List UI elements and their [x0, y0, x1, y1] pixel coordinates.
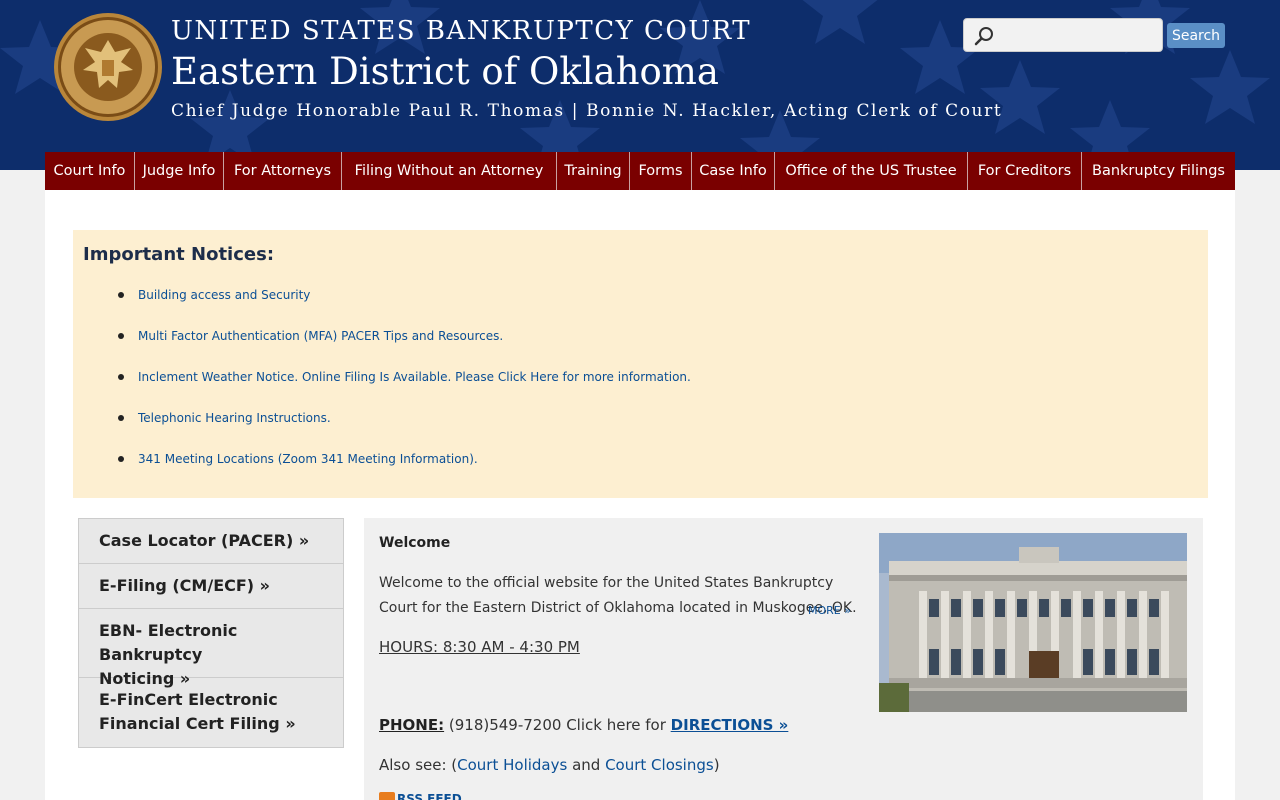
- court-title: UNITED STATES BANKRUPTCY COURT: [171, 16, 752, 46]
- sidebar-item-ebn[interactable]: EBN- Electronic Bankruptcy Noticing »: [79, 609, 343, 688]
- quick-links-sidebar: Case Locator (PACER) » E-Filing (CM/ECF)…: [78, 518, 344, 748]
- sidebar-item-case-locator[interactable]: Case Locator (PACER) »: [79, 519, 343, 564]
- hours-text: HOURS: 8:30 AM - 4:30 PM: [379, 638, 580, 656]
- nav-for-attorneys[interactable]: For Attorneys: [224, 152, 342, 190]
- notice-item[interactable]: Multi Factor Authentication (MFA) PACER …: [118, 329, 691, 370]
- notice-item[interactable]: Telephonic Hearing Instructions.: [118, 411, 691, 452]
- rss-icon: [379, 792, 395, 800]
- court-closings-link[interactable]: Court Closings: [605, 756, 714, 774]
- district-title: Eastern District of Oklahoma: [171, 50, 719, 93]
- notice-link[interactable]: 341 Meeting Locations (Zoom 341 Meeting …: [138, 452, 478, 466]
- search-button[interactable]: Search: [1167, 23, 1225, 48]
- search-field[interactable]: [963, 18, 1163, 52]
- judge-clerk-subtitle: Chief Judge Honorable Paul R. Thomas | B…: [171, 101, 1003, 121]
- notice-link[interactable]: Multi Factor Authentication (MFA) PACER …: [138, 329, 503, 343]
- phone-text: (918)549-7200 Click here for: [444, 716, 671, 734]
- bullet: [118, 292, 124, 298]
- court-seal-logo: [54, 13, 162, 121]
- bullet: [118, 333, 124, 339]
- nav-judge-info[interactable]: Judge Info: [135, 152, 224, 190]
- sidebar-item-label: E-Filing (CM/ECF) »: [99, 576, 271, 595]
- nav-filing-without-attorney[interactable]: Filing Without an Attorney: [342, 152, 557, 190]
- courthouse-photo: [879, 533, 1187, 712]
- nav-training[interactable]: Training: [557, 152, 630, 190]
- main-nav: Court Info Judge Info For Attorneys Fili…: [45, 152, 1235, 190]
- sidebar-item-label: Case Locator (PACER) »: [99, 531, 310, 550]
- sidebar-item-label: EBN- Electronic Bankruptcy: [99, 621, 238, 664]
- sidebar-item-e-filing[interactable]: E-Filing (CM/ECF) »: [79, 564, 343, 609]
- notices-heading: Important Notices:: [83, 244, 275, 265]
- rss-feed-link[interactable]: RSS FEED: [397, 792, 462, 800]
- directions-link[interactable]: DIRECTIONS »: [671, 716, 789, 734]
- court-holidays-link[interactable]: Court Holidays: [457, 756, 567, 774]
- also-prefix: Also see: (: [379, 756, 458, 774]
- important-notices-box: Important Notices: Building access and S…: [73, 230, 1208, 498]
- sidebar-item-label: Financial Cert Filing »: [99, 714, 296, 733]
- nav-case-info[interactable]: Case Info: [692, 152, 775, 190]
- also-suffix: ): [713, 756, 720, 774]
- welcome-heading: Welcome: [379, 535, 451, 551]
- phone-line: PHONE: (918)549-7200 Click here for DIRE…: [379, 716, 788, 734]
- site-header: UNITED STATES BANKRUPTCY COURT Eastern D…: [0, 0, 1280, 170]
- notice-link[interactable]: Telephonic Hearing Instructions.: [138, 411, 331, 425]
- nav-bankruptcy-filings[interactable]: Bankruptcy Filings: [1082, 152, 1235, 190]
- search-icon: [974, 27, 993, 46]
- nav-for-creditors[interactable]: For Creditors: [968, 152, 1082, 190]
- notice-link[interactable]: Inclement Weather Notice. Online Filing …: [138, 370, 691, 384]
- notice-link[interactable]: Building access and Security: [138, 288, 310, 302]
- notice-item[interactable]: Building access and Security: [118, 288, 691, 329]
- notice-item[interactable]: 341 Meeting Locations (Zoom 341 Meeting …: [118, 452, 691, 493]
- notices-list: Building access and Security Multi Facto…: [118, 288, 691, 493]
- phone-label: PHONE:: [379, 716, 445, 734]
- also-see-line: Also see: (Court Holidays and Court Clos…: [379, 756, 720, 774]
- nav-forms[interactable]: Forms: [630, 152, 692, 190]
- nav-court-info[interactable]: Court Info: [45, 152, 135, 190]
- notice-item[interactable]: Inclement Weather Notice. Online Filing …: [118, 370, 691, 411]
- bullet: [118, 415, 124, 421]
- more-link[interactable]: MORE »: [808, 604, 851, 617]
- sidebar-item-label: E-FinCert Electronic: [99, 690, 278, 709]
- search-input[interactable]: [998, 23, 1158, 49]
- bullet: [118, 374, 124, 380]
- bullet: [118, 456, 124, 462]
- nav-us-trustee[interactable]: Office of the US Trustee: [775, 152, 968, 190]
- welcome-text: Welcome to the official website for the …: [379, 575, 857, 616]
- and-text: and: [567, 756, 606, 774]
- sidebar-item-e-fincert[interactable]: E-FinCert Electronic Financial Cert Fili…: [79, 678, 343, 747]
